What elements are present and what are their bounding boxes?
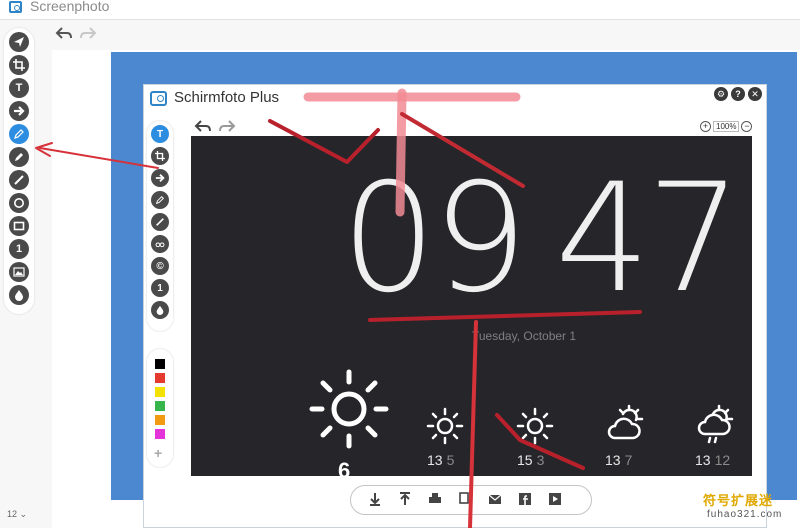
watermark-title: 符号扩展迷: [703, 494, 774, 509]
partly-cloudy-icon: [607, 404, 644, 440]
copyright-icon: ©: [151, 257, 169, 275]
captured-window: Schirmfoto Plus ⚙ ? ✕ + 100% − T © 1 + 0…: [143, 84, 767, 528]
crop-icon: [151, 147, 169, 165]
swatch-red: [155, 373, 165, 383]
captured-zoom-control: + 100% −: [700, 120, 753, 133]
download-icon: [370, 493, 380, 506]
close-icon: ✕: [748, 87, 762, 101]
swatch-orange: [155, 415, 165, 425]
clock-minutes: 47: [555, 152, 742, 326]
current-temperature: 6: [338, 458, 351, 476]
swatch-black: [155, 359, 165, 369]
undo-icon[interactable]: [55, 25, 73, 41]
share-icon[interactable]: [9, 32, 29, 52]
zoom-value: 100%: [713, 121, 740, 132]
blur-icon[interactable]: [9, 285, 29, 305]
pen-icon: [151, 191, 169, 209]
number-icon[interactable]: 1: [9, 239, 29, 259]
add-color-icon: +: [154, 445, 163, 461]
arrow-icon: [151, 169, 169, 187]
swatch-yellow: [155, 387, 165, 397]
zoom-in-icon: +: [700, 121, 711, 132]
camera-icon: [9, 1, 22, 13]
history-controls: [55, 25, 100, 43]
blur-icon: [151, 301, 169, 319]
redo-icon[interactable]: [79, 25, 97, 41]
forecast-day-1: 13 5: [427, 452, 455, 468]
upload-icon: [400, 492, 410, 505]
pencil-icon: [151, 213, 169, 231]
title-bar: Screenphoto: [0, 0, 800, 20]
forecast-day-3: 13 7: [605, 452, 633, 468]
sun-icon: [516, 407, 554, 445]
lockscreen-date: Tuesday, October 1: [472, 329, 577, 343]
rectangle-icon[interactable]: [9, 216, 29, 236]
forecast-day-4: 13 12: [695, 452, 731, 468]
sun-icon: [309, 369, 389, 449]
watermark-url: fuhao321.com: [707, 509, 783, 520]
swatch-green: [155, 401, 165, 411]
lockscreen: 09 47 Tuesday, October 1 6 13 5 15 3 13 …: [191, 136, 752, 476]
clock-hours: 09: [341, 152, 528, 326]
zoom-select[interactable]: 12 ⌄: [7, 509, 27, 520]
settings-icon: ⚙: [714, 87, 728, 101]
showers-icon: [697, 404, 734, 444]
text-icon[interactable]: T: [9, 78, 29, 98]
forecast-day-2: 15 3: [517, 452, 545, 468]
watermark: 符号扩展迷 fuhao321.com: [703, 490, 793, 520]
print-icon: [429, 493, 441, 503]
arrow-icon[interactable]: [9, 101, 29, 121]
export-toolbar: [350, 485, 592, 515]
text-icon: T: [151, 125, 169, 143]
mail-icon: [488, 494, 502, 504]
camera-icon: [150, 91, 167, 106]
app-title: Screenphoto: [30, 0, 110, 14]
color-palette: +: [147, 349, 173, 467]
zoom-out-icon: −: [741, 121, 753, 132]
circle-icon[interactable]: [9, 193, 29, 213]
swatch-magenta: [155, 429, 165, 439]
image-icon[interactable]: [9, 262, 29, 282]
mask-icon: [151, 235, 169, 253]
app-window: Screenphoto T 1 12 ⌄ Schirmfoto Plus ⚙ ?…: [0, 0, 800, 528]
pen-icon[interactable]: [9, 124, 29, 144]
captured-window-title: Schirmfoto Plus: [174, 89, 280, 106]
youtube-icon: [549, 493, 561, 505]
highlighter-icon[interactable]: [9, 147, 29, 167]
sun-icon: [426, 407, 464, 445]
copy-icon: [459, 492, 469, 504]
undo-icon: [194, 120, 211, 132]
captured-history-controls: [194, 119, 240, 133]
help-icon: ?: [731, 87, 745, 101]
redo-icon: [219, 120, 236, 132]
captured-tool-strip: T © 1: [147, 121, 173, 331]
pencil-icon[interactable]: [9, 170, 29, 190]
crop-icon[interactable]: [9, 55, 29, 75]
tool-strip: T 1: [4, 28, 34, 314]
annotation-arrowhead: [35, 142, 53, 157]
number-icon: 1: [151, 279, 169, 297]
facebook-icon: [519, 493, 531, 505]
